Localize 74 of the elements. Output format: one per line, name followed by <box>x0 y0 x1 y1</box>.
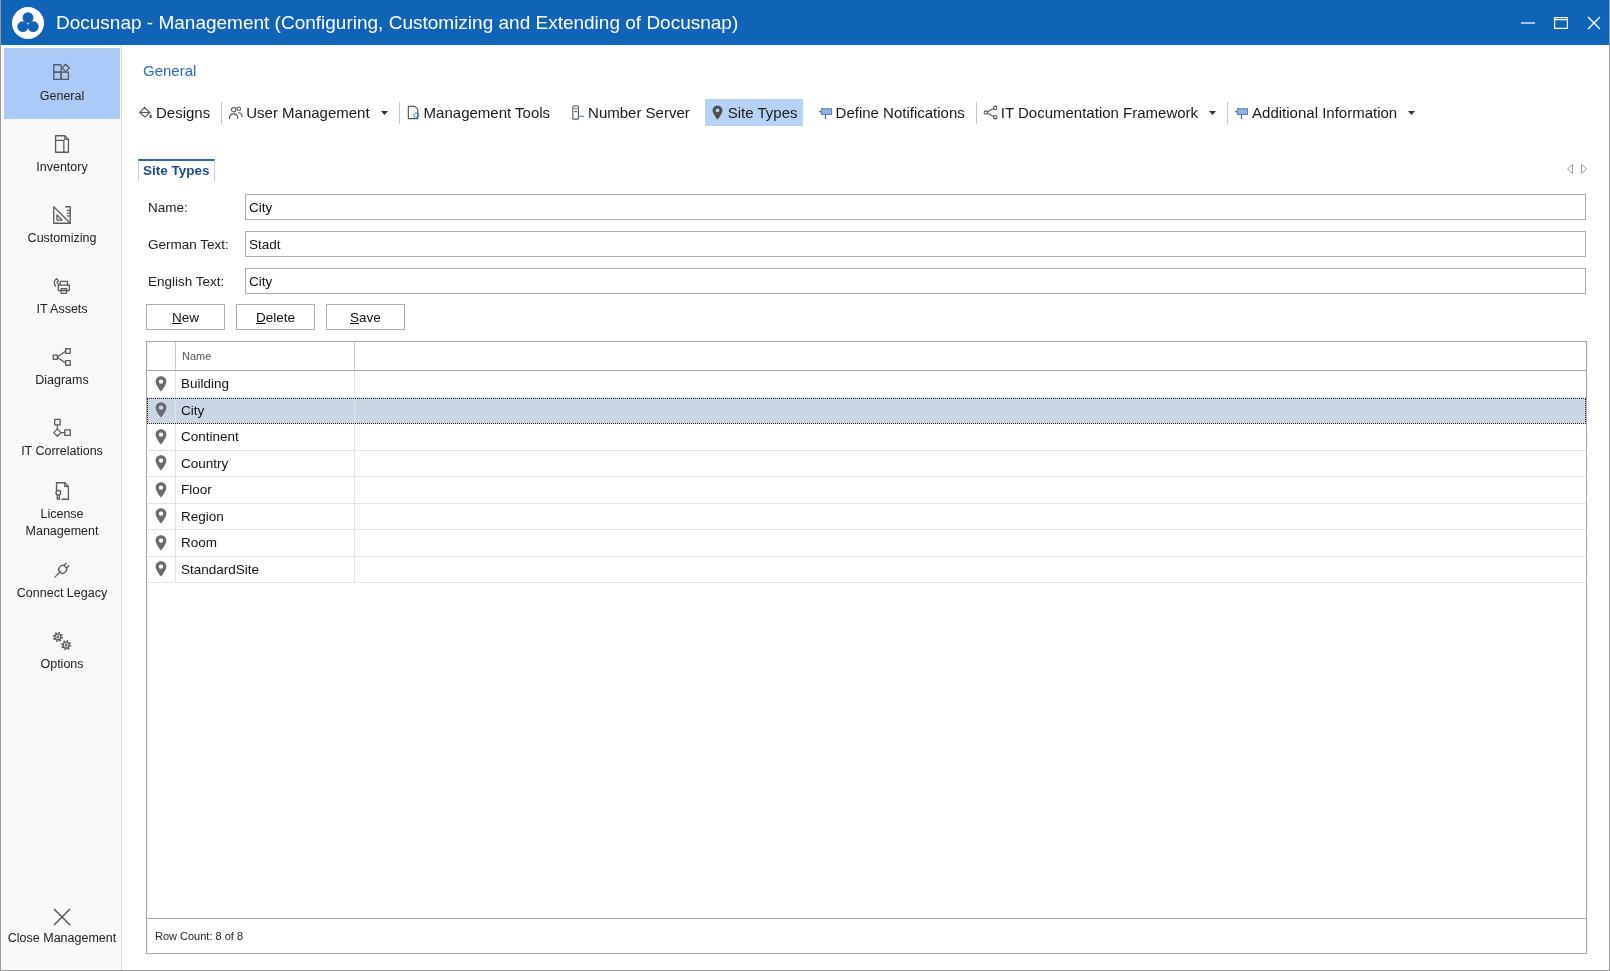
table-row[interactable]: Country <box>147 450 1586 477</box>
sidebar-item[interactable]: Options <box>4 616 120 687</box>
table-row[interactable]: Region <box>147 503 1586 530</box>
sidebar-item[interactable]: License Management <box>4 474 120 545</box>
text-field[interactable]: City <box>245 268 1586 294</box>
text-field[interactable]: Stadt <box>245 231 1586 257</box>
logo-icon <box>12 6 44 39</box>
toolbar-button[interactable]: Additional Information <box>1229 99 1421 126</box>
pin-icon <box>155 481 167 498</box>
toolbar-button[interactable]: Designs <box>133 99 216 126</box>
row-count: Row Count: 8 of 8 <box>147 918 1586 953</box>
pin-icon <box>155 402 167 419</box>
table-row[interactable]: Floor <box>147 477 1586 504</box>
signboard-icon <box>1234 105 1250 120</box>
toolbar-button[interactable]: User Management <box>223 99 393 126</box>
table-row[interactable]: Room <box>147 530 1586 557</box>
gears-icon <box>51 630 73 652</box>
sidebar-item[interactable]: Connect Legacy <box>4 545 120 616</box>
toolbar-button[interactable]: Site Types <box>704 99 803 126</box>
people-icon <box>228 105 244 120</box>
table-row[interactable]: StandardSite <box>147 556 1586 583</box>
action-button[interactable]: New <box>146 304 225 330</box>
flowchart-icon <box>51 417 73 439</box>
pin-icon <box>155 508 167 525</box>
toolbar-button[interactable]: Define Notifications <box>812 99 970 126</box>
toolbar-button[interactable]: Number Server <box>565 99 695 126</box>
signboard-icon <box>817 105 833 120</box>
left-arrow-icon[interactable] <box>1567 164 1573 174</box>
document-gear-icon <box>405 105 421 120</box>
close-icon[interactable] <box>1587 15 1601 30</box>
field-label: English Text: <box>148 273 226 289</box>
close-management-button[interactable]: Close Management <box>4 908 120 970</box>
text-field[interactable]: City <box>245 194 1586 220</box>
table-cell: StandardSite <box>176 556 355 582</box>
minimize-icon[interactable] <box>1521 21 1535 24</box>
table-cell: Room <box>176 530 355 556</box>
table-cell: Country <box>176 450 355 476</box>
toolbar-button[interactable]: Management Tools <box>400 99 556 126</box>
bucket-icon <box>138 105 153 120</box>
table-cell: Building <box>176 371 355 397</box>
nodes-icon <box>982 105 998 120</box>
panel-tab[interactable]: Site Types <box>138 159 215 181</box>
sidebar-item[interactable]: IT Assets <box>4 261 120 332</box>
action-button[interactable]: Delete <box>236 304 315 330</box>
close-icon <box>53 908 71 926</box>
table-row[interactable]: Continent <box>147 424 1586 451</box>
ribbon-heading: General <box>143 61 197 81</box>
table-row[interactable]: Building <box>147 371 1586 398</box>
nodes-icon <box>51 346 73 368</box>
maximize-icon[interactable] <box>1554 16 1568 29</box>
column-header[interactable]: Name <box>176 342 355 370</box>
right-arrow-icon[interactable] <box>1581 164 1587 174</box>
pin-icon <box>155 455 167 472</box>
sidebar-item[interactable]: Customizing <box>4 190 120 261</box>
device-icon <box>570 105 586 120</box>
table-cell: Floor <box>176 477 355 503</box>
table-cell: Region <box>176 503 355 529</box>
pin-icon <box>155 428 167 445</box>
sidebar-item[interactable]: Inventory <box>4 119 120 190</box>
table-cell: City <box>176 397 355 423</box>
printer-icon <box>51 275 73 297</box>
toolbar-button[interactable]: IT Documentation Framework <box>977 99 1222 126</box>
sidebar-item[interactable]: General <box>4 48 120 119</box>
field-label: Name: <box>148 199 189 215</box>
pin-icon <box>155 375 167 392</box>
field-label: German Text: <box>148 236 230 252</box>
pin-icon <box>155 561 167 578</box>
action-button[interactable]: Save <box>326 304 405 330</box>
pin-icon <box>155 534 167 551</box>
table-cell: Continent <box>176 424 355 450</box>
window-title: Docusnap - Management (Configuring, Customizing and Extending of Docusnap) <box>56 11 739 34</box>
table-row[interactable]: City <box>147 397 1586 424</box>
sidebar-item[interactable]: Diagrams <box>4 332 120 403</box>
sidebar-item[interactable]: IT Correlations <box>4 403 120 474</box>
